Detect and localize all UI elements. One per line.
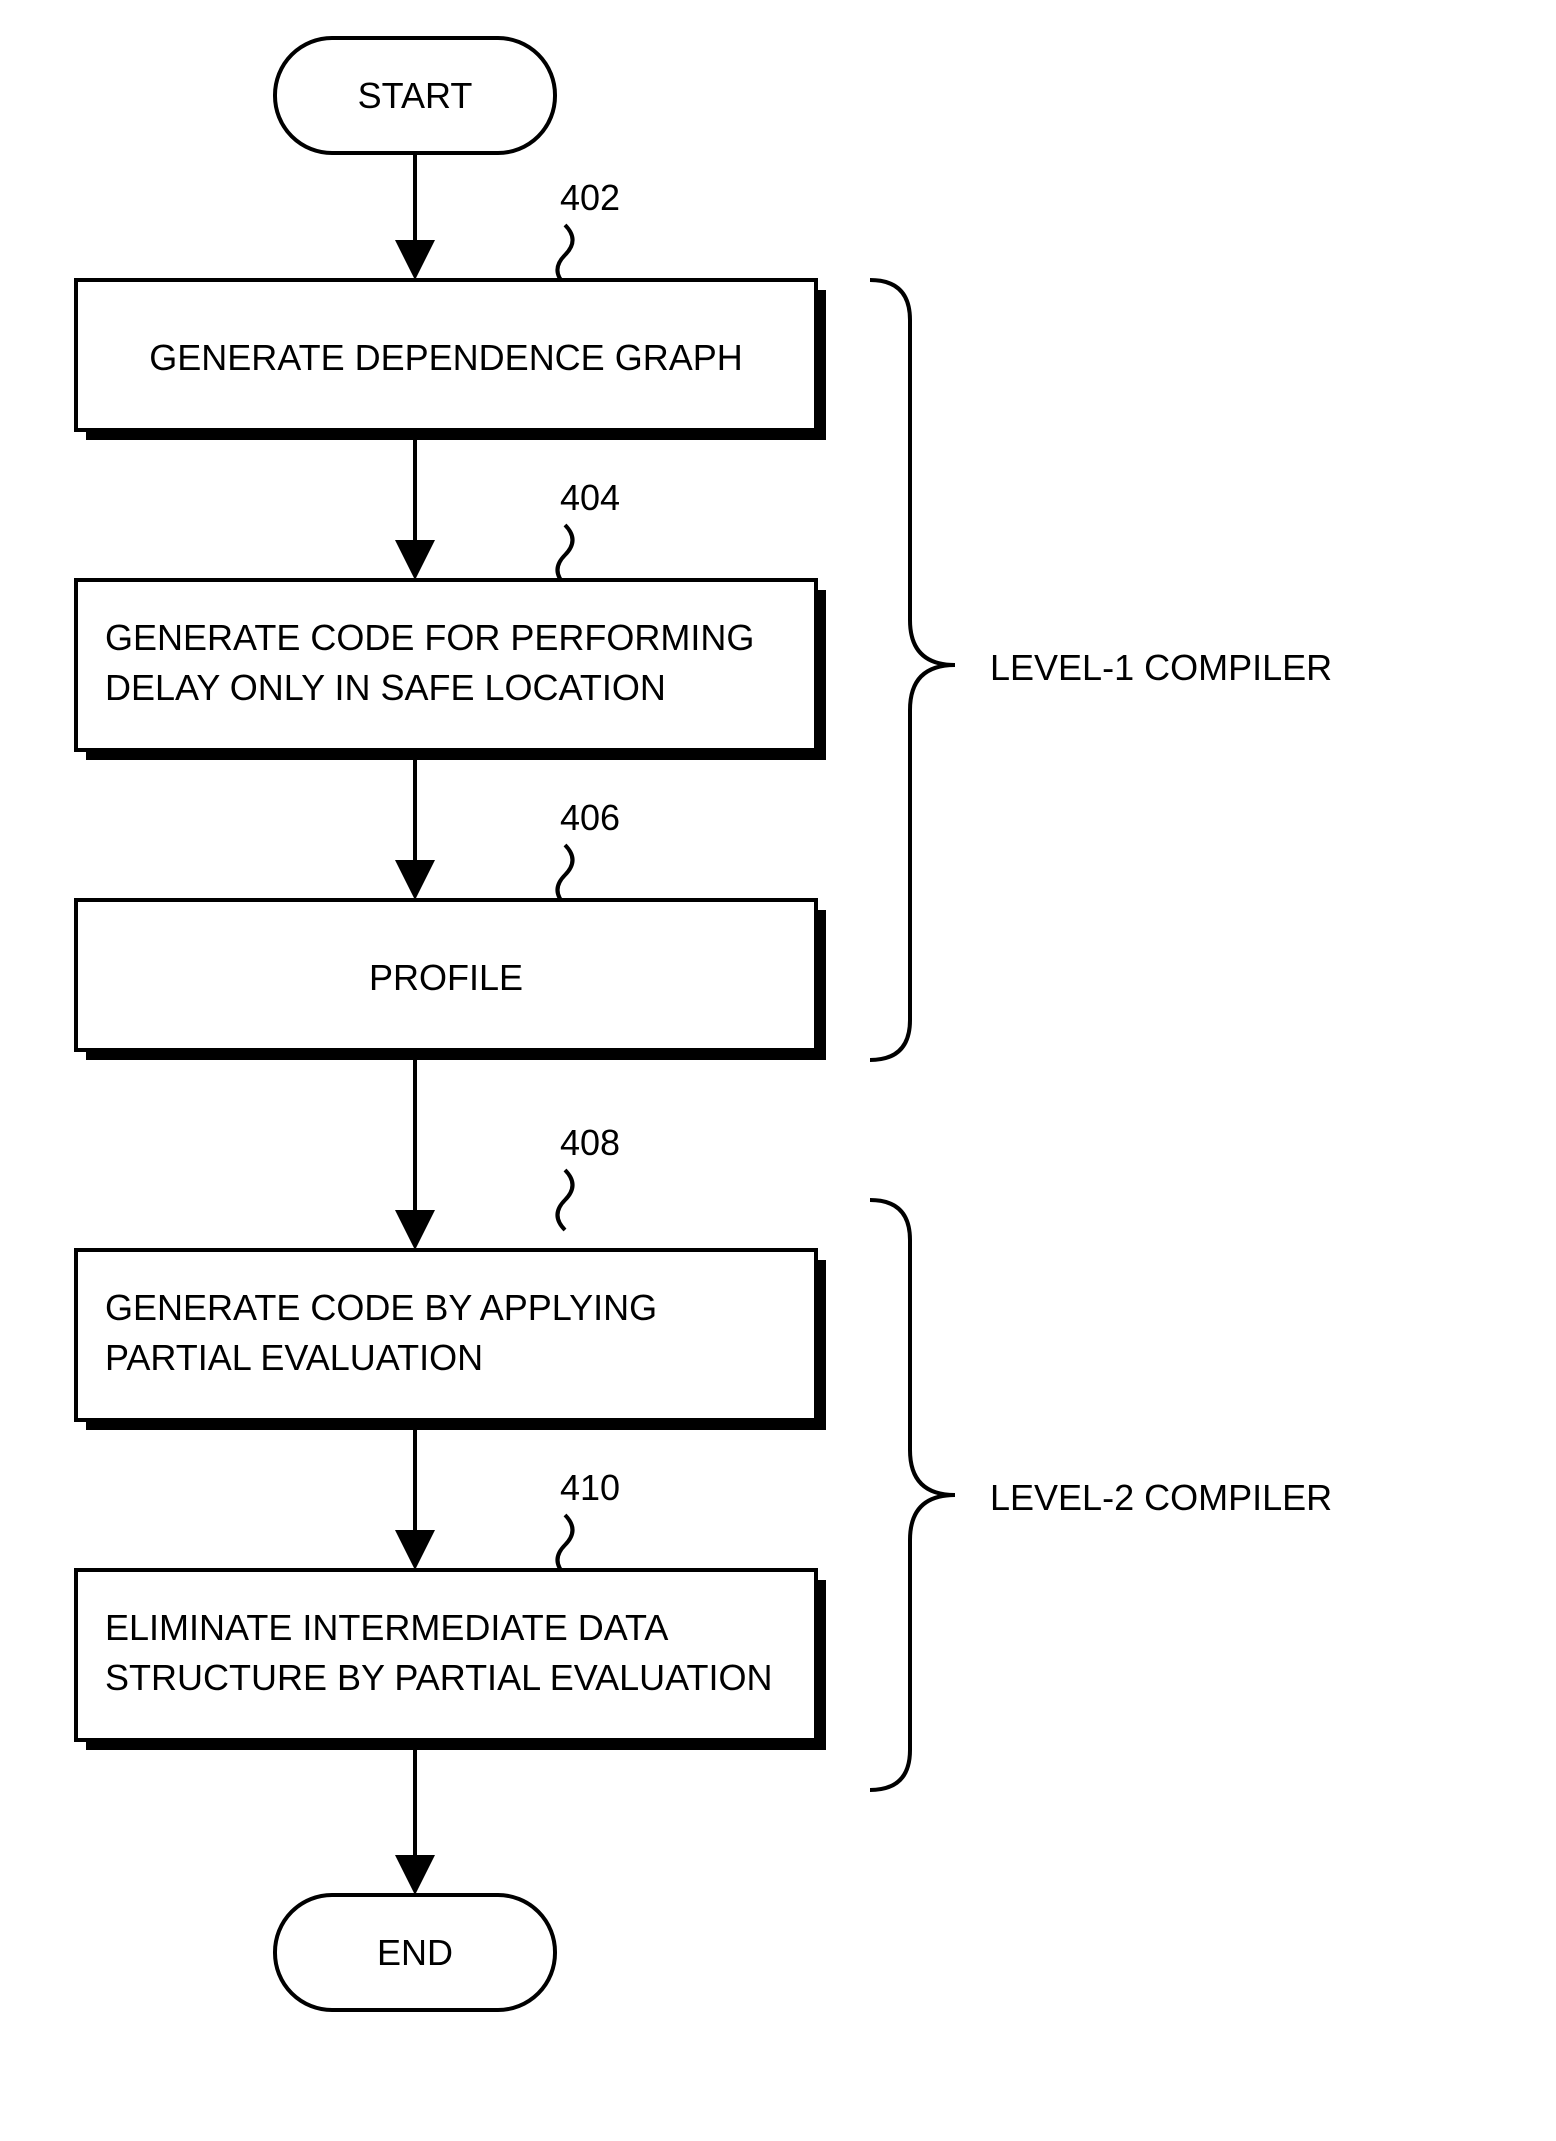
step-406-label: PROFILE xyxy=(369,957,523,998)
step-404: GENERATE CODE FOR PERFORMING DELAY ONLY … xyxy=(76,580,826,760)
start-label: START xyxy=(358,75,473,116)
step-408-label-1: GENERATE CODE BY APPLYING xyxy=(105,1287,657,1328)
ref-408: 408 xyxy=(560,1122,620,1163)
step-406: PROFILE xyxy=(76,900,826,1060)
step-408: GENERATE CODE BY APPLYING PARTIAL EVALUA… xyxy=(76,1250,826,1430)
ref-410: 410 xyxy=(560,1467,620,1508)
group-level2-label: LEVEL-2 COMPILER xyxy=(990,1477,1332,1518)
step-408-label-2: PARTIAL EVALUATION xyxy=(105,1337,483,1378)
ref-402: 402 xyxy=(560,177,620,218)
brace-level-2 xyxy=(870,1200,955,1790)
step-402-label: GENERATE DEPENDENCE GRAPH xyxy=(149,337,742,378)
step-410-label-1: ELIMINATE INTERMEDIATE DATA xyxy=(105,1607,668,1648)
group-level1-label: LEVEL-1 COMPILER xyxy=(990,647,1332,688)
step-410-label-2: STRUCTURE BY PARTIAL EVALUATION xyxy=(105,1657,772,1698)
ref-404: 404 xyxy=(560,477,620,518)
step-402: GENERATE DEPENDENCE GRAPH xyxy=(76,280,826,440)
step-410: ELIMINATE INTERMEDIATE DATA STRUCTURE BY… xyxy=(76,1570,826,1750)
flowchart: START 402 GENERATE DEPENDENCE GRAPH 404 … xyxy=(0,0,1556,2141)
ref-406: 406 xyxy=(560,797,620,838)
step-404-label-2: DELAY ONLY IN SAFE LOCATION xyxy=(105,667,666,708)
end-label: END xyxy=(377,1932,453,1973)
brace-level-1 xyxy=(870,280,955,1060)
step-404-label-1: GENERATE CODE FOR PERFORMING xyxy=(105,617,754,658)
